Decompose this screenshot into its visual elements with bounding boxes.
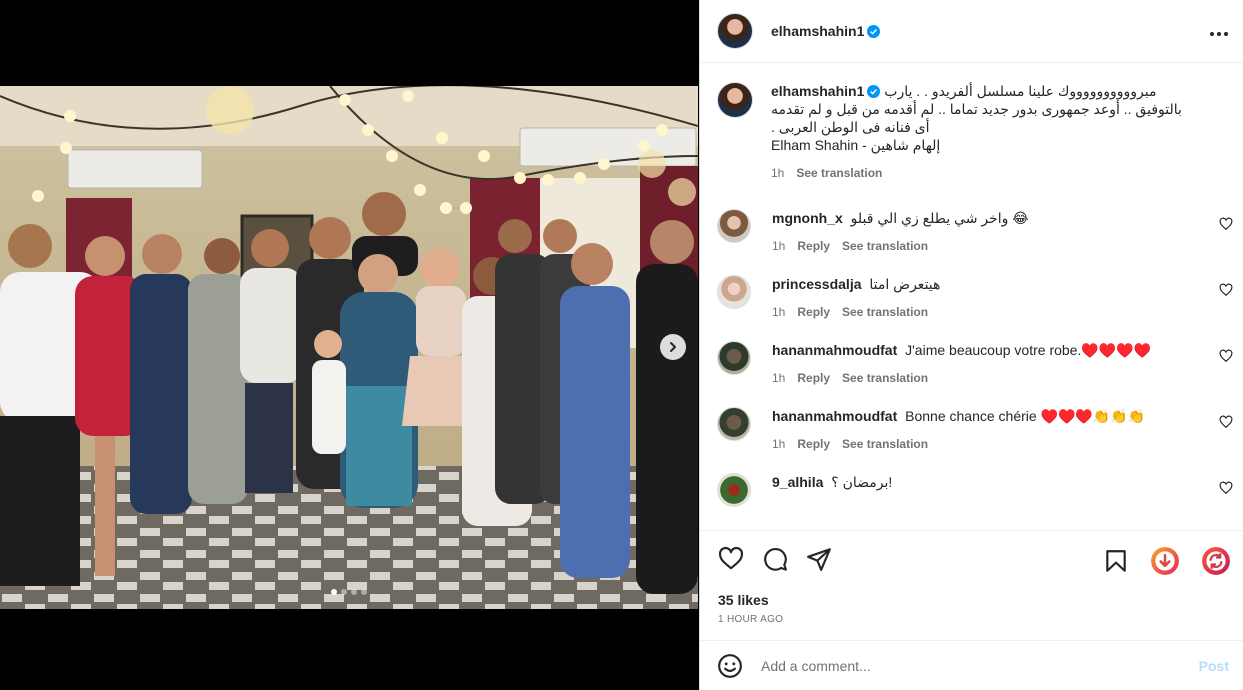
comment-like-heart-icon[interactable] [1219, 481, 1233, 495]
commenter-avatar[interactable] [717, 473, 751, 507]
emoji-icon[interactable] [717, 653, 743, 679]
verified-badge-icon [867, 85, 881, 98]
comment-meta: 1h Reply See translation [772, 369, 1227, 387]
comment-body: hananmahmoudfat J'aime beaucoup votre ro… [772, 341, 1227, 387]
media-pane [0, 0, 699, 690]
caption-meta: 1h See translation [771, 164, 1227, 182]
comment-meta: 1h Reply See translation [772, 303, 1227, 321]
post-actions: 35 likes 1 HOUR AGO [700, 530, 1243, 640]
comment-body: 9_alhila برمضان ؟! [772, 473, 1227, 507]
comment-text: Bonne chance chérie ♥️♥️♥️👏👏👏 [905, 408, 1146, 424]
caption-time: 1h [771, 166, 785, 180]
caption: elhamshahin1 مبرووووووووووك علينا مسلسل … [700, 64, 1243, 182]
commenter-username[interactable]: hananmahmoudfat [772, 342, 897, 358]
caption-text: elhamshahin1 مبرووووووووووك علينا مسلسل … [771, 82, 1227, 154]
commenter-username[interactable]: princessdalja [772, 276, 862, 292]
commenter-username[interactable]: 9_alhila [772, 474, 823, 490]
commenter-username[interactable]: hananmahmoudfat [772, 408, 897, 424]
comment-item: hananmahmoudfat J'aime beaucoup votre ro… [700, 341, 1243, 387]
post-timestamp: 1 HOUR AGO [718, 614, 784, 625]
secondary-actions [1103, 546, 1231, 576]
bookmark-icon[interactable] [1103, 548, 1129, 574]
carousel-dot [351, 589, 357, 595]
caption-body: elhamshahin1 مبرووووووووووك علينا مسلسل … [771, 82, 1227, 182]
post-side-pane: elhamshahin1 elhamshahin1 مبرووووووووووك… [699, 0, 1243, 690]
author-username-text[interactable]: elhamshahin1 [771, 23, 864, 39]
download-icon[interactable] [1150, 546, 1180, 576]
comment-text: J'aime beaucoup votre robe.♥️♥️♥️♥️ [905, 342, 1152, 358]
comment-time: 1h [772, 437, 786, 451]
add-comment-bar: Post [700, 640, 1243, 690]
carousel-next-button[interactable] [660, 334, 686, 360]
chevron-right-icon [670, 342, 676, 352]
comment-time: 1h [772, 239, 786, 253]
caption-line-2: بالتوفيق .. أوعد جمهورى بدور جديد تماما … [771, 101, 1182, 117]
carousel-dot [331, 589, 337, 595]
author-avatar[interactable] [717, 13, 753, 49]
caption-line-3: أى فنانه فى الوطن العربى . [771, 119, 930, 135]
more-horizontal-icon [1210, 31, 1228, 36]
caption-avatar[interactable] [717, 82, 753, 118]
commenter-avatar[interactable] [717, 407, 751, 441]
comment-like-heart-icon[interactable] [1219, 349, 1233, 363]
reply-button[interactable]: Reply [797, 237, 830, 255]
post-photo[interactable] [0, 86, 698, 609]
comment-like-heart-icon[interactable] [1219, 283, 1233, 297]
comment-item: 9_alhila برمضان ؟! [700, 473, 1243, 507]
comment-text: واخر شي يطلع زي الي قبلو 😂 [850, 210, 1029, 226]
comment-body: princessdalja هيتعرض امتا 1h Reply See t… [772, 275, 1227, 321]
commenter-avatar[interactable] [717, 209, 751, 243]
comment-item: princessdalja هيتعرض امتا 1h Reply See t… [700, 275, 1243, 321]
comment-text: برمضان ؟! [831, 474, 893, 490]
commenter-avatar[interactable] [717, 341, 751, 375]
comment-input[interactable] [761, 657, 1199, 674]
comment-body: hananmahmoudfat Bonne chance chérie ♥️♥️… [772, 407, 1227, 453]
primary-actions [718, 546, 832, 572]
commenter-username[interactable]: mgnonh_x [772, 210, 843, 226]
post-comment-button[interactable]: Post [1199, 658, 1229, 674]
comment-time: 1h [772, 371, 786, 385]
comment-icon[interactable] [762, 546, 788, 572]
send-icon[interactable] [806, 546, 832, 572]
carousel-dot [341, 589, 347, 595]
comment-item: mgnonh_x واخر شي يطلع زي الي قبلو 😂 1h R… [700, 209, 1243, 255]
comment-meta: 1h Reply See translation [772, 237, 1227, 255]
reply-button[interactable]: Reply [797, 303, 830, 321]
comment-like-heart-icon[interactable] [1219, 217, 1233, 231]
comment-item: hananmahmoudfat Bonne chance chérie ♥️♥️… [700, 407, 1243, 453]
caption-line-4: Elham Shahin - إلهام شاهين [771, 137, 941, 153]
heart-icon[interactable] [718, 546, 744, 572]
comment-time: 1h [772, 305, 786, 319]
repost-icon[interactable] [1201, 546, 1231, 576]
caption-username[interactable]: elhamshahin1 [771, 83, 864, 99]
see-translation-link[interactable]: See translation [842, 369, 928, 387]
commenter-avatar[interactable] [717, 275, 751, 309]
post-header: elhamshahin1 [700, 0, 1243, 63]
author-username[interactable]: elhamshahin1 [771, 23, 881, 39]
comment-like-heart-icon[interactable] [1219, 415, 1233, 429]
likes-count[interactable]: 35 likes [718, 592, 769, 608]
comment-meta: 1h Reply See translation [772, 435, 1227, 453]
comment-text: هيتعرض امتا [869, 276, 941, 292]
see-translation-link[interactable]: See translation [842, 237, 928, 255]
verified-badge-icon [867, 25, 881, 38]
comment-body: mgnonh_x واخر شي يطلع زي الي قبلو 😂 1h R… [772, 209, 1227, 255]
reply-button[interactable]: Reply [797, 369, 830, 387]
reply-button[interactable]: Reply [797, 435, 830, 453]
comments-list[interactable]: elhamshahin1 مبرووووووووووك علينا مسلسل … [700, 64, 1243, 530]
carousel-dot [361, 589, 367, 595]
see-translation-link[interactable]: See translation [842, 435, 928, 453]
caption-line-1: مبرووووووووووك علينا مسلسل ألفريدو . . ي… [884, 83, 1157, 99]
group-photo-illustration [0, 86, 698, 609]
see-translation-link[interactable]: See translation [796, 164, 882, 182]
carousel-dots [0, 589, 698, 595]
see-translation-link[interactable]: See translation [842, 303, 928, 321]
more-options-button[interactable] [1209, 21, 1229, 42]
